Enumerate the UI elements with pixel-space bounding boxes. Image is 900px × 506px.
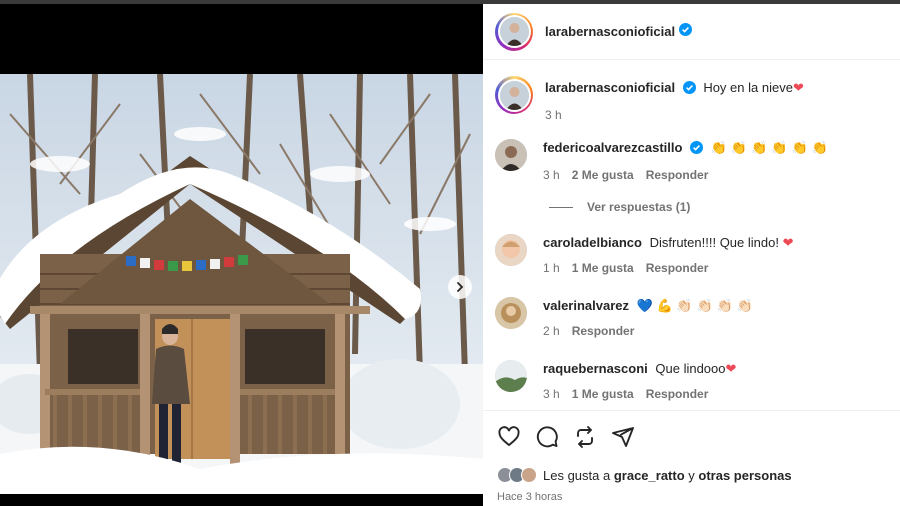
red-heart-icon: ❤ [782,235,794,250]
commenter-username[interactable]: federicoalvarezcastillo [543,140,682,155]
red-heart-icon: ❤ [792,80,804,95]
replies-divider [549,206,573,208]
reply-button[interactable]: Responder [646,387,709,401]
view-replies-label: Ver respuestas (1) [587,200,691,214]
comment-text: Disfruten!!!! Que lindo! [649,235,779,250]
next-photo-button[interactable] [448,275,472,299]
posted-time: Hace 3 horas [497,491,563,503]
others-link[interactable]: otras personas [698,468,791,483]
verified-badge-icon [679,22,693,41]
carousel-dot [293,472,298,477]
carousel-dot [185,472,190,477]
comment-time: 3 h [543,168,560,182]
like-heart-icon[interactable] [497,425,521,449]
blue-heart-icon: 💙 [636,298,653,313]
caption-author-username[interactable]: larabernasconioficial [545,80,675,95]
post-panel: larabernasconioficial larabernasconiofic… [483,4,900,506]
clapping-hands-light-icon: 👏🏻👏🏻👏🏻👏🏻 [676,298,758,313]
likes-connector: y [688,467,695,483]
commenter-avatar[interactable] [495,234,527,266]
reply-button[interactable]: Responder [646,168,709,182]
clapping-hands-icon: 👏👏👏👏👏👏 [710,140,832,155]
post-actions: Les gusta a grace_ratto y otras personas… [483,410,900,506]
post-header: larabernasconioficial [483,4,900,60]
commenter-avatar[interactable] [495,139,527,171]
liker-username[interactable]: grace_ratto [614,468,685,483]
comment-time: 1 h [543,261,560,275]
carousel-dot [257,472,262,477]
carousel-dot [275,472,280,477]
comment-likes[interactable]: 1 Me gusta [572,261,634,275]
carousel-dot [194,472,199,477]
carousel-dot [212,472,217,477]
caption-row: larabernasconioficial Hoy en la nieve❤ 3… [495,76,890,122]
cabin-snow-photo [0,74,483,494]
author-username[interactable]: larabernasconioficial [545,24,675,39]
liker-avatar [521,467,537,483]
commenter-username[interactable]: raquebernasconi [543,361,648,376]
carousel-dot [203,472,208,477]
reply-button[interactable]: Responder [646,261,709,275]
carousel-dot [248,472,253,477]
carousel-dot [221,472,226,477]
carousel-dot [239,472,244,477]
repost-icon[interactable] [573,425,597,449]
comment-text: Que lindooo [655,361,726,376]
carousel-dot [176,472,181,477]
comment-row: raquebernasconi Que lindooo❤ 3 h 1 Me gu… [495,360,890,401]
caption-avatar-image [499,80,529,110]
comment-row: caroladelbianco Disfruten!!!! Que lindo!… [495,234,890,275]
red-heart-icon: ❤ [725,361,737,376]
carousel-dots [0,472,483,477]
comment-likes[interactable]: 1 Me gusta [572,387,634,401]
caption-time: 3 h [545,108,562,122]
commenter-username[interactable]: valerinalvarez [543,298,629,313]
media-bottom-bar [0,494,483,506]
comment-icon[interactable] [535,425,559,449]
comment-row: federicoalvarezcastillo 👏👏👏👏👏👏 3 h 2 Me … [495,139,890,182]
carousel-dot [302,472,307,477]
view-replies-button[interactable]: Ver respuestas (1) [549,200,690,214]
carousel-dot [266,472,271,477]
carousel-dot [230,472,235,477]
comment-time: 2 h [543,324,560,338]
verified-badge-icon [682,81,696,99]
likes-prefix: Les gusta a [543,467,611,483]
commenter-avatar[interactable] [495,360,527,392]
comment-time: 3 h [543,387,560,401]
reply-button[interactable]: Responder [572,324,635,338]
post-media [0,4,483,506]
comment-likes[interactable]: 2 Me gusta [572,168,634,182]
commenter-username[interactable]: caroladelbianco [543,235,642,250]
commenter-avatar[interactable] [495,297,527,329]
comment-row: valerinalvarez 💙 💪 👏🏻👏🏻👏🏻👏🏻 2 h Responde… [495,297,890,338]
post-photo [0,74,483,494]
verified-badge-icon [690,141,704,159]
caption-author-avatar[interactable] [495,76,533,114]
share-send-icon[interactable] [611,425,635,449]
likes-summary: Les gusta a grace_ratto y otras personas [497,467,792,483]
carousel-dot [284,472,289,477]
comments-list: larabernasconioficial Hoy en la nieve❤ 3… [483,61,900,411]
author-avatar[interactable] [495,12,533,51]
author-avatar-image [499,17,529,46]
flexed-biceps-icon: 💪 [656,298,673,313]
caption-text: Hoy en la nieve [703,80,793,95]
chevron-right-icon [457,282,464,292]
